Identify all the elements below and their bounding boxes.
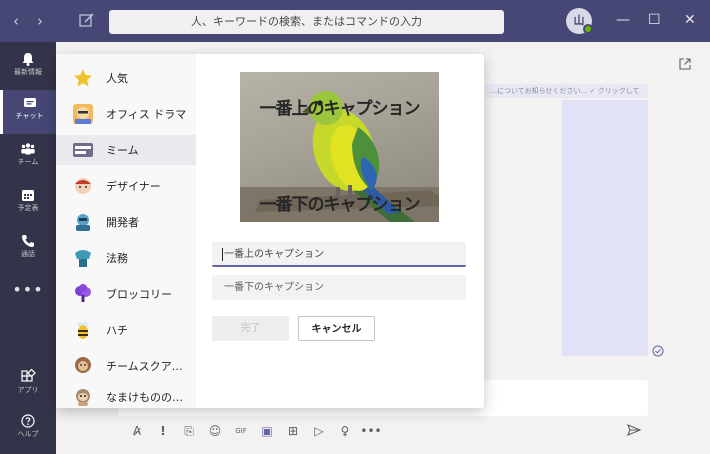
rail-item-activity[interactable]: 最新情報 xyxy=(0,46,56,90)
done-button[interactable]: 完了 xyxy=(212,316,289,341)
back-icon[interactable]: ‹ xyxy=(13,12,19,30)
meme-preview: 一番上のキャプション 一番下のキャプション xyxy=(240,72,439,222)
rail-item-apps[interactable]: アプリ xyxy=(0,364,56,408)
read-receipt-icon xyxy=(652,345,664,357)
legal-icon xyxy=(75,250,91,267)
sloth-icon xyxy=(76,389,90,406)
more-options-icon[interactable]: ••• xyxy=(358,424,384,438)
stream-icon[interactable]: ▷ xyxy=(306,424,332,438)
category-designer[interactable]: デザイナー xyxy=(56,171,196,201)
rail-item-label: チーム xyxy=(17,158,39,166)
praise-icon[interactable]: ♀ xyxy=(332,424,358,438)
emoji-icon[interactable]: ☺ xyxy=(202,424,228,438)
category-sloth[interactable]: なまけもののバ... xyxy=(56,382,196,412)
bell-icon xyxy=(22,53,34,66)
apps-icon xyxy=(21,369,36,382)
more-apps-icon[interactable]: ••• xyxy=(0,280,56,299)
rail-item-label: アプリ xyxy=(17,386,39,394)
bee-icon xyxy=(77,322,89,339)
close-button[interactable]: ✕ xyxy=(684,12,696,28)
rail-item-label: ヘルプ xyxy=(17,430,39,438)
rail-item-label: 通話 xyxy=(21,250,35,258)
meme-picker-popup: 人気 オフィス ドラマ ミーム デザイナー 開発者 法務 ブロッコリー ハチ チ… xyxy=(56,54,484,408)
category-squatch[interactable]: チームスクアッチ xyxy=(56,351,196,381)
category-developer[interactable]: 開発者 xyxy=(56,207,196,237)
popout-icon[interactable] xyxy=(678,57,692,71)
preview-bottom-caption: 一番下のキャプション xyxy=(259,195,421,215)
rail-item-chat[interactable]: チャット xyxy=(0,90,56,134)
send-icon[interactable] xyxy=(626,422,642,438)
message-bubble xyxy=(562,100,648,356)
chat-icon xyxy=(23,98,36,107)
star-icon xyxy=(74,69,92,87)
attach-icon[interactable]: ⎘ xyxy=(176,424,202,439)
category-office-drama[interactable]: オフィス ドラマ xyxy=(56,99,196,129)
broccoli-icon xyxy=(75,284,91,302)
category-bee[interactable]: ハチ xyxy=(56,315,196,345)
bottom-caption-field[interactable]: 一番下のキャプション xyxy=(212,275,466,300)
rail-item-help[interactable]: ヘルプ xyxy=(0,408,56,452)
cancel-button[interactable]: キャンセル xyxy=(298,316,375,341)
category-popular[interactable]: 人気 xyxy=(56,63,196,93)
search-input[interactable]: 人、キーワードの検索、またはコマンドの入力 xyxy=(109,10,504,34)
developer-icon xyxy=(76,214,90,231)
meme-category-list: 人気 オフィス ドラマ ミーム デザイナー 開発者 法務 ブロッコリー ハチ チ… xyxy=(56,54,196,408)
sticker-icon[interactable]: ▣ xyxy=(254,424,280,438)
calendar-icon xyxy=(22,190,34,201)
meme-icon xyxy=(73,143,93,157)
forward-icon[interactable]: › xyxy=(37,12,43,30)
gif-icon[interactable]: GIF xyxy=(228,427,254,435)
teams-icon xyxy=(21,143,35,155)
rail-item-label: チャット xyxy=(15,112,44,120)
top-caption-field[interactable]: 一番上のキャプション xyxy=(212,242,466,267)
phone-icon xyxy=(22,235,34,247)
meet-icon[interactable]: ⊞ xyxy=(280,424,306,438)
rail-item-teams[interactable]: チーム xyxy=(0,136,56,180)
rail-item-calendar[interactable]: 予定表 xyxy=(0,182,56,226)
format-icon[interactable]: A̷ xyxy=(124,424,150,438)
rail-item-calls[interactable]: 通話 xyxy=(0,228,56,272)
minimize-button[interactable]: — xyxy=(616,12,630,28)
office-drama-icon xyxy=(73,104,93,124)
category-broccoli[interactable]: ブロッコリー xyxy=(56,279,196,309)
designer-icon xyxy=(75,178,91,194)
category-meme[interactable]: ミーム xyxy=(56,135,196,165)
rail-item-label: 予定表 xyxy=(17,204,39,212)
new-chat-icon[interactable] xyxy=(78,11,96,29)
message-snippet: …についてお知らせください… ✓ クリックして xyxy=(486,84,648,98)
title-bar: ‹ › 人、キーワードの検索、またはコマンドの入力 山 — ☐ ✕ xyxy=(0,0,710,42)
presence-indicator xyxy=(583,24,593,34)
important-icon[interactable]: ! xyxy=(150,424,176,438)
rail-item-label: 最新情報 xyxy=(14,68,42,76)
maximize-button[interactable]: ☐ xyxy=(648,12,661,28)
help-icon xyxy=(21,414,35,428)
app-rail: 最新情報 チャット チーム 予定表 通話 ••• アプリ ヘルプ xyxy=(0,42,56,454)
category-legal[interactable]: 法務 xyxy=(56,243,196,273)
preview-top-caption: 一番上のキャプション xyxy=(259,99,421,119)
compose-toolbar: A̷ ! ⎘ ☺ GIF ▣ ⊞ ▷ ♀ ••• xyxy=(124,421,384,441)
squatch-icon xyxy=(75,357,91,373)
